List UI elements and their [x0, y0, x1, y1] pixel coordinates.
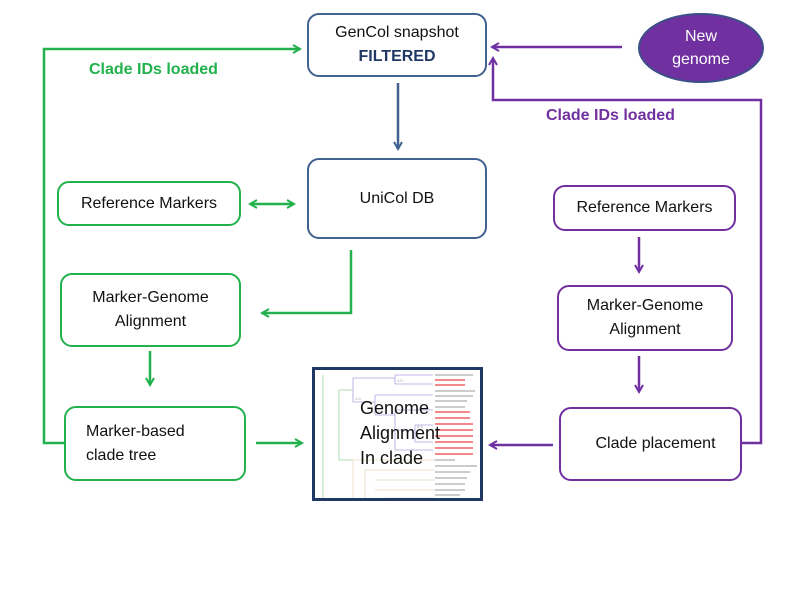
right-reference-markers-box[interactable]: Reference Markers	[553, 185, 736, 231]
genome-alignment-overlay-text: Genome Alignment In clade	[360, 396, 440, 471]
unicol-to-alignment-arrow	[262, 250, 353, 313]
right-reference-markers-label: Reference Markers	[576, 199, 713, 216]
right-alignment-line2: Alignment	[609, 321, 681, 338]
new-genome-line1: New	[684, 28, 717, 45]
marker-based-tree-box[interactable]: Marker-based clade tree	[64, 406, 246, 481]
svg-text:1.0: 1.0	[397, 378, 403, 383]
left-marker-alignment-box[interactable]: Marker-Genome Alignment	[60, 273, 241, 347]
left-alignment-line1: Marker-Genome	[92, 289, 209, 306]
gencol-snapshot-box[interactable]: GenCol snapshot FILTERED	[307, 13, 487, 77]
unicol-db-label: UniCol DB	[359, 189, 435, 207]
left-loop-label: Clade IDs loaded	[89, 61, 218, 78]
tree-line1: Marker-based	[86, 422, 185, 440]
green-loop-arrow	[42, 49, 300, 445]
left-reference-markers-box[interactable]: Reference Markers	[57, 181, 241, 226]
snapshot-title: GenCol snapshot	[335, 24, 459, 41]
right-alignment-line1: Marker-Genome	[586, 297, 704, 314]
tree-overlay-line1: Genome	[360, 398, 430, 418]
right-marker-alignment-box[interactable]: Marker-Genome Alignment	[557, 285, 733, 351]
right-loop-label: Clade IDs loaded	[546, 107, 675, 124]
snapshot-subtitle: FILTERED	[358, 48, 436, 65]
new-genome-node[interactable]: New genome	[638, 13, 764, 83]
tree-line2: clade tree	[86, 446, 157, 464]
unicol-db-box[interactable]: UniCol DB	[307, 158, 487, 239]
clade-placement-label: Clade placement	[595, 435, 716, 452]
tree-overlay-line3: In clade	[360, 448, 424, 468]
left-alignment-line2: Alignment	[114, 313, 187, 330]
genome-alignment-tree-image[interactable]: 1.0 1.0 1.0 0.3 Genome Alignment In clad…	[312, 367, 483, 501]
left-reference-markers-label: Reference Markers	[80, 194, 218, 212]
new-genome-line2: genome	[672, 51, 730, 68]
clade-placement-box[interactable]: Clade placement	[559, 407, 742, 481]
tree-overlay-line2: Alignment	[360, 423, 441, 443]
